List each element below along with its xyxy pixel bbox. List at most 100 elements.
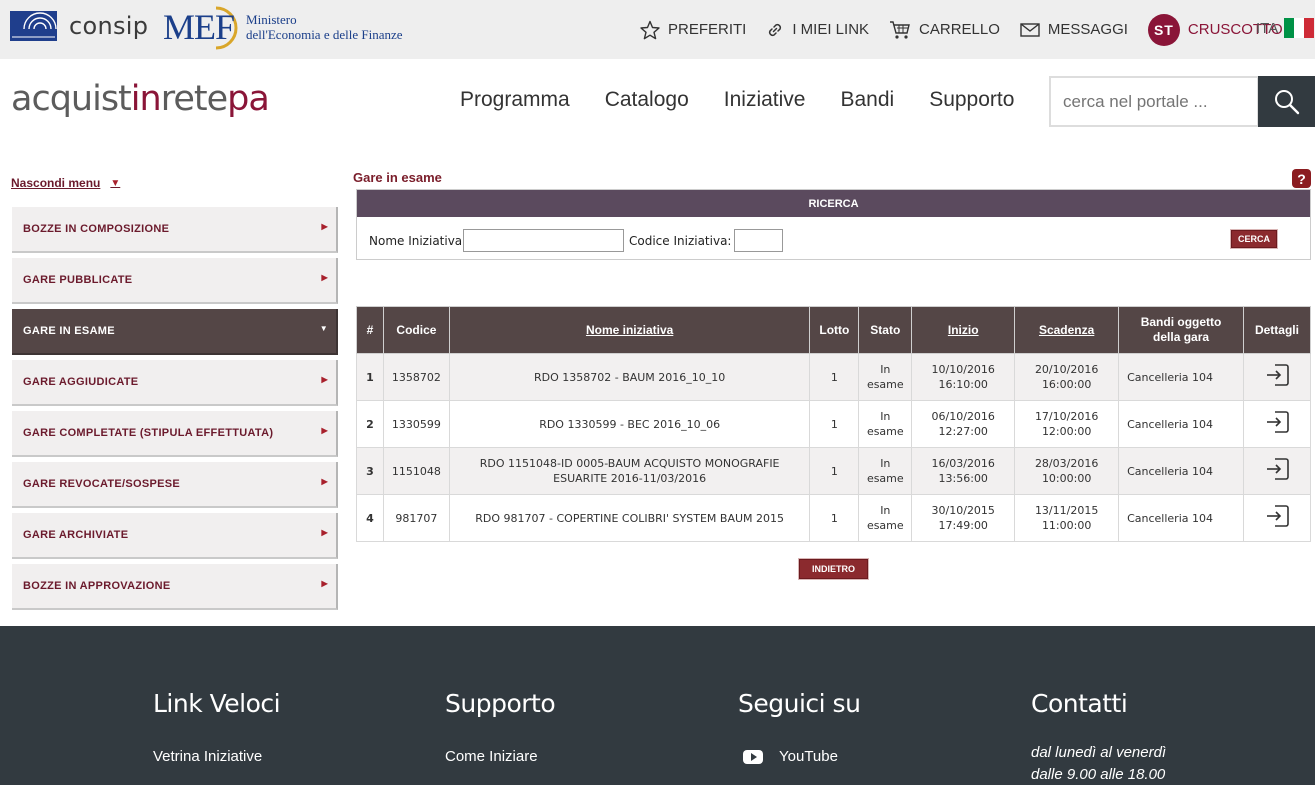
preferiti-link[interactable]: PREFERITI xyxy=(640,20,746,40)
brand-part: pa xyxy=(227,79,270,119)
cell-codice: 1358702 xyxy=(382,353,450,401)
cell-stato-text: In xyxy=(880,363,891,376)
sidebar-item-bozze-approvazione[interactable]: BOZZE IN APPROVAZIONE ▶ xyxy=(12,564,338,610)
cell-inizio-text: 10/10/2016 xyxy=(931,363,995,376)
cell-codice: 981707 xyxy=(382,494,450,542)
cell-lotto-text: 1 xyxy=(830,417,838,431)
codice-iniziativa-input[interactable] xyxy=(734,229,783,252)
cell-index-text: 1 xyxy=(366,370,374,384)
main-header: acquistinretepa Programma Catalogo Inizi… xyxy=(0,59,1315,145)
search-input[interactable] xyxy=(1049,76,1259,127)
sidebar-item-gare-pubblicate[interactable]: GARE PUBBLICATE ▶ xyxy=(12,258,338,304)
cell-stato-text: esame xyxy=(866,425,904,438)
cell-inizio: 30/10/2015 17:49:00 xyxy=(911,494,1016,542)
cell-inizio-text: 16:10:00 xyxy=(938,378,988,391)
footer-link-youtube[interactable]: YouTube xyxy=(738,748,860,765)
cell-dettagli xyxy=(1242,494,1312,542)
caret-right-icon: ▶ xyxy=(321,426,328,435)
miei-link-link[interactable]: I MIEI LINK xyxy=(766,21,869,39)
column-header-sortable[interactable]: Scadenza xyxy=(1014,306,1120,354)
cell-scadenza: 20/10/2016 16:00:00 xyxy=(1014,353,1120,401)
cart-icon xyxy=(889,20,911,40)
footer-hours: dal lunedì al venerdì dalle 9.00 alle 18… xyxy=(1031,742,1166,786)
cell-bandi: Cancelleria 104 xyxy=(1118,447,1244,495)
sidebar-item-gare-completate[interactable]: GARE COMPLETATE (STIPULA EFFETTUATA) ▶ xyxy=(12,411,338,457)
messaggi-label: MESSAGGI xyxy=(1047,21,1128,38)
search-panel-header: RICERCA xyxy=(357,190,1310,217)
side-menu: BOZZE IN COMPOSIZIONE ▶ GARE PUBBLICATE ▶ … xyxy=(12,207,338,615)
cell-codice-text: 981707 xyxy=(395,511,438,525)
cell-inizio: 06/10/2016 12:27:00 xyxy=(911,400,1016,448)
footer-link-come-iniziare[interactable]: Come Iniziare xyxy=(445,748,555,765)
cell-codice-text: 1358702 xyxy=(391,370,441,384)
footer-hours-line1: dal lunedì al venerdì xyxy=(1031,744,1167,761)
sidebar-item-gare-in-esame[interactable]: GARE IN ESAME ▼ xyxy=(12,309,338,355)
column-header: Dettagli xyxy=(1242,306,1312,354)
sidebar-item-label: BOZZE IN APPROVAZIONE xyxy=(23,580,171,592)
sign-in-icon[interactable] xyxy=(1265,458,1289,480)
hide-menu-link[interactable]: Nascondi menu ▼ xyxy=(11,176,120,190)
caret-down-icon: ▼ xyxy=(319,324,328,333)
carrello-link[interactable]: CARRELLO xyxy=(889,20,1000,40)
nav-programma[interactable]: Programma xyxy=(460,88,570,112)
cell-nome-iniziativa-text: RDO 1330599 - BEC 2016_10_06 xyxy=(539,417,721,431)
mef-subtitle: Ministero dell'Economia e delle Finanze xyxy=(246,12,402,42)
nav-catalogo[interactable]: Catalogo xyxy=(605,88,689,112)
caret-right-icon: ▶ xyxy=(321,273,328,282)
footer-col-supporto: Supporto Come Iniziare xyxy=(445,689,556,765)
nome-iniziativa-input[interactable] xyxy=(463,229,624,252)
top-links: PREFERITI I MIEI LINK CARRELLO MESSAGGI … xyxy=(640,0,1303,59)
messaggi-link[interactable]: MESSAGGI xyxy=(1020,21,1128,38)
cerca-button[interactable]: CERCA xyxy=(1231,230,1277,248)
caret-right-icon: ▶ xyxy=(321,222,328,231)
cell-scadenza-text: 28/03/2016 xyxy=(1034,457,1099,470)
cell-lotto: 1 xyxy=(809,400,860,448)
cell-codice-text: 1151048 xyxy=(391,464,441,478)
nav-supporto[interactable]: Supporto xyxy=(929,88,1014,112)
consip-logo[interactable]: consip xyxy=(10,11,148,41)
search-button[interactable] xyxy=(1258,76,1315,127)
cell-scadenza: 13/11/2015 11:00:00 xyxy=(1014,494,1120,542)
cell-codice: 1151048 xyxy=(382,447,450,495)
footer-link-vetrina[interactable]: Vetrina Iniziative xyxy=(153,748,280,765)
search-icon xyxy=(1274,89,1299,114)
sidebar-item-gare-aggiudicate[interactable]: GARE AGGIUDICATE ▶ xyxy=(12,360,338,406)
sidebar-item-label: GARE COMPLETATE (STIPULA EFFETTUATA) xyxy=(23,427,274,439)
cell-stato-text: In xyxy=(880,410,891,423)
cell-index: 2 xyxy=(356,400,384,448)
cell-scadenza-text: 20/10/2016 xyxy=(1034,363,1099,376)
sign-in-icon[interactable] xyxy=(1265,364,1289,386)
table-row: 2 1330599 RDO 1330599 - BEC 2016_10_06 1 In e… xyxy=(356,400,1312,448)
brand-logo[interactable]: acquistinretepa xyxy=(11,79,270,119)
results-table: # Codice Nome iniziativa Lotto Stato Ini… xyxy=(356,306,1312,542)
avatar: ST xyxy=(1147,13,1180,46)
sidebar-item-bozze-composizione[interactable]: BOZZE IN COMPOSIZIONE ▶ xyxy=(12,207,338,253)
cell-inizio-text: 06/10/2016 xyxy=(931,410,995,423)
nav-iniziative[interactable]: Iniziative xyxy=(724,88,806,112)
mef-logo[interactable]: MEF Ministero dell'Economia e delle Fina… xyxy=(163,2,403,52)
sidebar-item-gare-revocate[interactable]: GARE REVOCATE/SOSPESE ▶ xyxy=(12,462,338,508)
caret-right-icon: ▶ xyxy=(321,375,328,384)
miei-link-label: I MIEI LINK xyxy=(792,21,870,38)
cell-lotto: 1 xyxy=(809,447,860,495)
help-icon[interactable]: ? xyxy=(1292,169,1311,188)
cell-scadenza-text: 17/10/2016 xyxy=(1034,410,1099,423)
sign-in-icon[interactable] xyxy=(1265,505,1289,527)
column-header-sortable[interactable]: Nome iniziativa xyxy=(448,306,811,354)
sidebar-item-gare-archiviate[interactable]: GARE ARCHIVIATE ▶ xyxy=(12,513,338,559)
indietro-button[interactable]: INDIETRO xyxy=(799,559,868,579)
cell-inizio-text: 13:56:00 xyxy=(938,472,988,485)
column-header-sortable[interactable]: Inizio xyxy=(911,306,1016,354)
nav-bandi[interactable]: Bandi xyxy=(840,88,894,112)
nome-iniziativa-label: Nome Iniziativa xyxy=(369,234,463,248)
cell-bandi-text: Cancelleria 104 xyxy=(1127,417,1213,431)
footer-heading: Contatti xyxy=(1031,689,1128,718)
sign-in-icon[interactable] xyxy=(1265,411,1289,433)
mef-subtitle-line1: Ministero xyxy=(246,12,297,27)
mef-subtitle-line2: dell'Economia e delle Finanze xyxy=(246,27,403,42)
caret-right-icon: ▶ xyxy=(321,477,328,486)
language-selector[interactable]: ITA xyxy=(1256,18,1315,38)
cell-index: 4 xyxy=(356,494,384,542)
cell-nome-iniziativa-text: RDO 981707 - COPERTINE COLIBRI' SYSTEM B… xyxy=(475,511,785,525)
cell-inizio-text: 30/10/2015 xyxy=(931,504,995,517)
